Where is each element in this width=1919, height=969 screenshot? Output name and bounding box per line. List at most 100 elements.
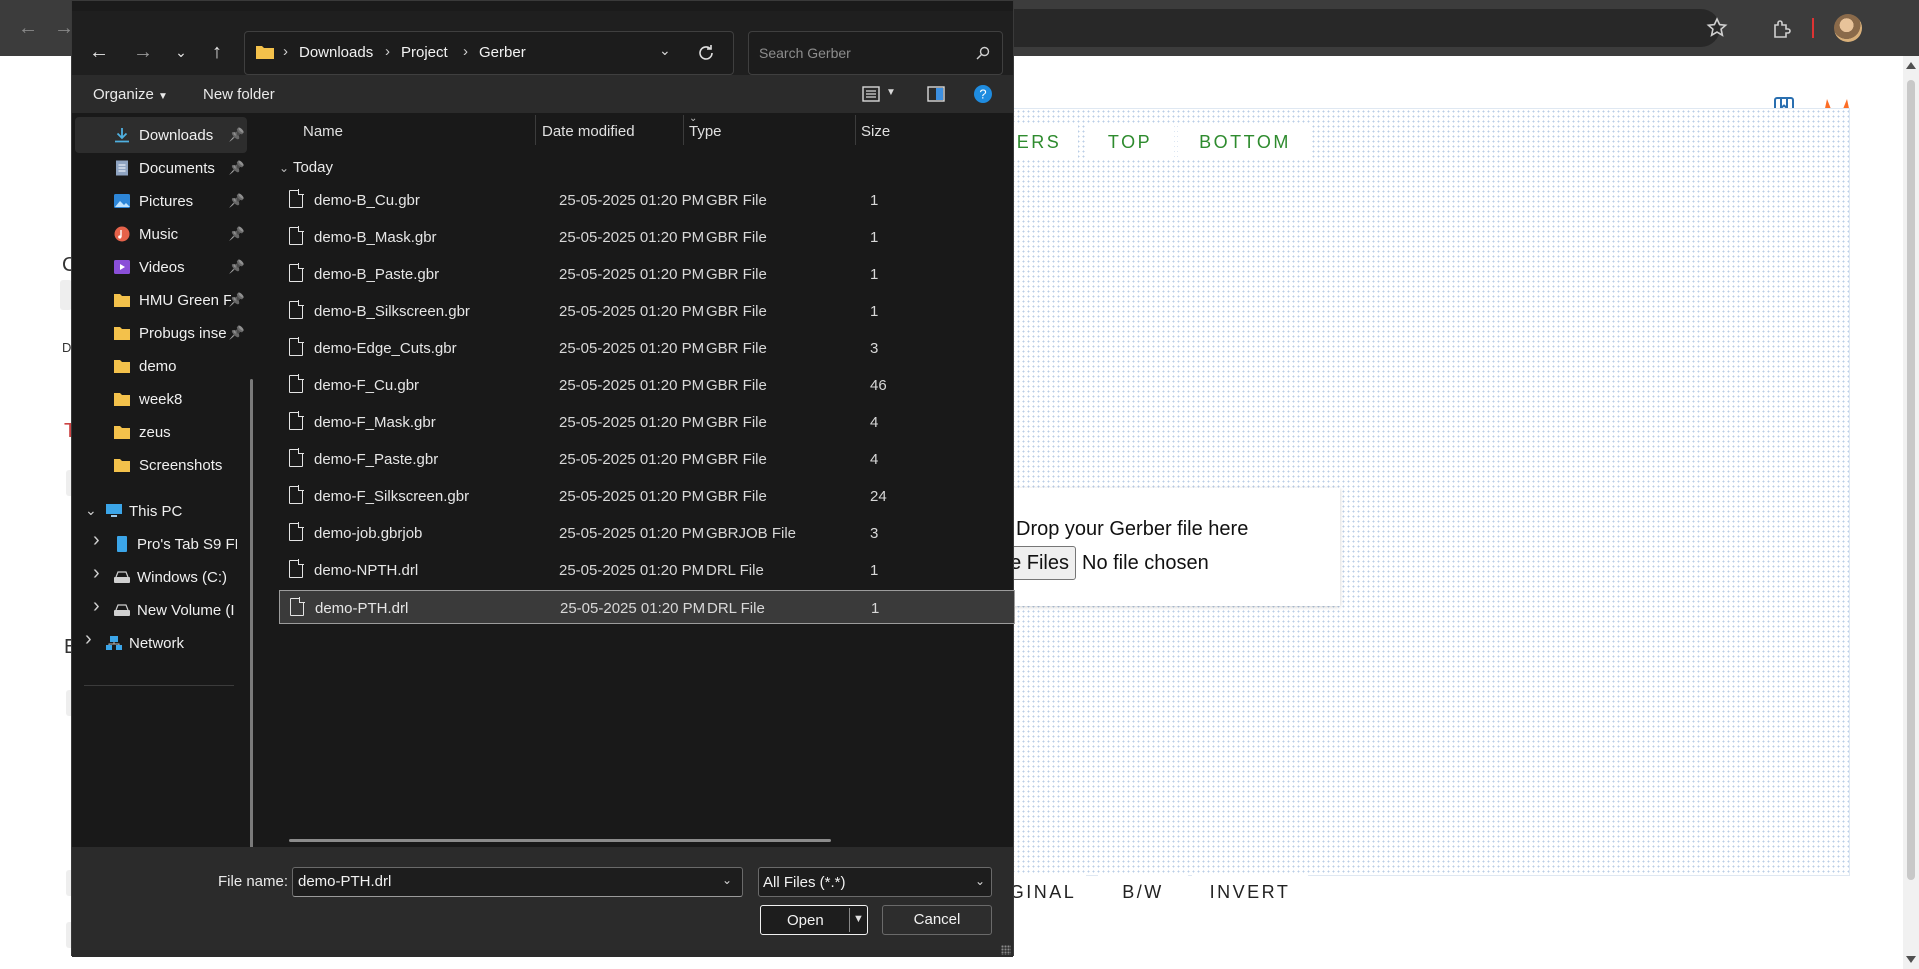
nav-item-documents[interactable]: Documents 📌 — [75, 150, 247, 186]
breadcrumb-separator: › — [463, 43, 468, 60]
file-name-cell: demo-NPTH.drl — [314, 562, 419, 579]
file-row[interactable]: demo-NPTH.drl 25-05-2025 01:20 PM DRL File… — [279, 553, 1015, 587]
breadcrumb-downloads[interactable]: Downloads — [299, 44, 373, 61]
expand-chevron-right-icon[interactable]: › — [93, 562, 100, 585]
pin-icon[interactable]: 📌 — [229, 160, 245, 176]
file-date-cell: 25-05-2025 01:20 PM — [559, 340, 705, 357]
expand-chevron-right-icon[interactable]: › — [85, 628, 92, 651]
nav-item-downloads[interactable]: Downloads 📌 — [75, 117, 247, 153]
tab-bottom[interactable]: BOTTOM — [1178, 124, 1312, 160]
extensions-icon[interactable] — [1770, 16, 1794, 40]
column-type[interactable]: Type — [689, 123, 722, 140]
file-size-cell: 46 — [870, 377, 887, 394]
expand-chevron-right-icon[interactable]: › — [93, 529, 100, 552]
column-size[interactable]: Size — [861, 123, 890, 140]
preview-pane-icon[interactable] — [927, 86, 945, 102]
resize-grip[interactable] — [1001, 945, 1011, 955]
file-icon — [289, 374, 304, 393]
expand-chevron-down-icon[interactable]: ⌄ — [85, 502, 97, 519]
tree-item-new-volume-i[interactable]: › New Volume (I — [75, 592, 247, 628]
nav-item-hmu-green-f[interactable]: HMU Green F 📌 — [75, 282, 247, 318]
address-bar[interactable] — [990, 9, 1720, 47]
forward-arrow-icon[interactable]: → — [128, 37, 158, 67]
file-row[interactable]: demo-Edge_Cuts.gbr 25-05-2025 01:20 PM GBR… — [279, 331, 1015, 365]
dialog-search-input[interactable]: Search Gerber — [748, 31, 1003, 75]
expand-chevron-right-icon[interactable]: › — [93, 595, 100, 618]
file-row[interactable]: demo-B_Cu.gbr 25-05-2025 01:20 PM GBR File… — [279, 183, 1015, 217]
tree-item-pro-s-tab-s9-fe[interactable]: › Pro's Tab S9 FE — [75, 526, 247, 562]
file-row[interactable]: demo-job.gbrjob 25-05-2025 01:20 PM GBRJOB… — [279, 516, 1015, 550]
mode-invert[interactable]: INVERT — [1192, 874, 1308, 910]
tree-item-network[interactable]: › Network — [75, 625, 247, 661]
file-name-dropdown-icon[interactable]: ⌄ — [722, 873, 732, 887]
open-button[interactable]: Open ▼ — [760, 905, 868, 935]
file-name-input[interactable]: demo-PTH.drl — [292, 867, 743, 897]
organize-menu[interactable]: Organize ▼ — [93, 86, 168, 103]
file-row[interactable]: demo-B_Silkscreen.gbr 25-05-2025 01:20 PM… — [279, 294, 1015, 328]
file-row[interactable]: demo-PTH.drl 25-05-2025 01:20 PM DRL File 1 — [279, 590, 1015, 624]
nav-item-music[interactable]: Music 📌 — [75, 216, 247, 252]
view-list-icon[interactable] — [862, 86, 880, 102]
up-arrow-icon[interactable]: ↑ — [202, 37, 232, 67]
svg-text:?: ? — [979, 87, 986, 102]
pin-icon[interactable]: 📌 — [229, 292, 245, 308]
breadcrumb-gerber[interactable]: Gerber — [479, 44, 526, 61]
column-divider[interactable] — [683, 115, 684, 145]
pin-icon[interactable]: 📌 — [229, 259, 245, 275]
help-icon[interactable]: ? — [973, 84, 993, 104]
nav-item-demo[interactable]: demo — [75, 348, 247, 384]
search-icon[interactable] — [976, 46, 990, 60]
nav-item-zeus[interactable]: zeus — [75, 414, 247, 450]
back-arrow-icon[interactable]: ← — [84, 37, 114, 67]
recent-locations-chevron-icon[interactable]: ⌄ — [166, 37, 196, 67]
file-date-cell: 25-05-2025 01:20 PM — [559, 229, 705, 246]
cancel-button[interactable]: Cancel — [882, 905, 992, 935]
scroll-thumb[interactable] — [1907, 80, 1915, 880]
column-divider[interactable] — [535, 115, 536, 145]
nav-item-pictures[interactable]: Pictures 📌 — [75, 183, 247, 219]
view-options-caret-icon[interactable]: ▼ — [886, 87, 896, 98]
tab-top[interactable]: TOP — [1086, 124, 1174, 160]
pin-icon[interactable]: 📌 — [229, 193, 245, 209]
pin-icon[interactable]: 📌 — [229, 325, 245, 341]
tree-item-label: This PC — [129, 503, 183, 520]
file-list-pane: Name ⌄ Date modified Type Size ⌄ Today d… — [267, 113, 1015, 847]
file-row[interactable]: demo-F_Mask.gbr 25-05-2025 01:20 PM GBR Fi… — [279, 405, 1015, 439]
file-row[interactable]: demo-B_Mask.gbr 25-05-2025 01:20 PM GBR Fi… — [279, 220, 1015, 254]
nav-item-videos[interactable]: Videos 📌 — [75, 249, 247, 285]
nav-item-label: demo — [139, 358, 177, 375]
tree-item-this-pc[interactable]: ⌄ This PC — [75, 493, 247, 529]
scroll-down-icon[interactable] — [1906, 956, 1916, 963]
file-row[interactable]: demo-F_Cu.gbr 25-05-2025 01:20 PM GBR File… — [279, 368, 1015, 402]
column-divider[interactable] — [855, 115, 856, 145]
nav-item-probugs-inse[interactable]: Probugs inse 📌 — [75, 315, 247, 351]
file-type-filter[interactable]: All Files (*.*) ⌄ — [758, 867, 992, 897]
file-date-cell: 25-05-2025 01:20 PM — [559, 562, 705, 579]
browser-back-icon[interactable]: ← — [14, 14, 42, 42]
page-scrollbar[interactable] — [1903, 56, 1919, 969]
pin-icon[interactable]: 📌 — [229, 226, 245, 242]
breadcrumb-project[interactable]: Project — [401, 44, 448, 61]
file-row[interactable]: demo-F_Paste.gbr 25-05-2025 01:20 PM GBR F… — [279, 442, 1015, 476]
column-date-modified[interactable]: Date modified — [542, 123, 635, 140]
scroll-up-icon[interactable] — [1906, 62, 1916, 69]
profile-avatar[interactable] — [1834, 14, 1862, 42]
bookmark-star-icon[interactable] — [1705, 16, 1729, 40]
mode-bw[interactable]: B/W — [1098, 874, 1188, 910]
refresh-icon[interactable] — [697, 44, 715, 62]
pin-icon[interactable]: 📌 — [229, 127, 245, 143]
new-folder-button[interactable]: New folder — [203, 86, 275, 103]
file-row[interactable]: demo-F_Silkscreen.gbr 25-05-2025 01:20 PM… — [279, 479, 1015, 513]
tree-item-windows-c-[interactable]: › Windows (C:) — [75, 559, 247, 595]
nav-item-week8[interactable]: week8 — [75, 381, 247, 417]
group-header-today[interactable]: ⌄ Today — [279, 159, 333, 176]
horizontal-scrollbar[interactable] — [289, 839, 831, 842]
open-dropdown-caret-icon[interactable]: ▼ — [853, 913, 864, 925]
dialog-titlebar[interactable] — [72, 1, 1013, 11]
column-name[interactable]: Name — [303, 123, 343, 140]
nav-item-screenshots[interactable]: Screenshots — [75, 447, 247, 483]
address-dropdown-chevron-icon[interactable]: ⌄ — [659, 42, 671, 59]
file-row[interactable]: demo-B_Paste.gbr 25-05-2025 01:20 PM GBR F… — [279, 257, 1015, 291]
dialog-address-bar[interactable]: › Downloads › Project › Gerber ⌄ — [244, 31, 734, 75]
page-fragment-2: D — [62, 340, 72, 355]
